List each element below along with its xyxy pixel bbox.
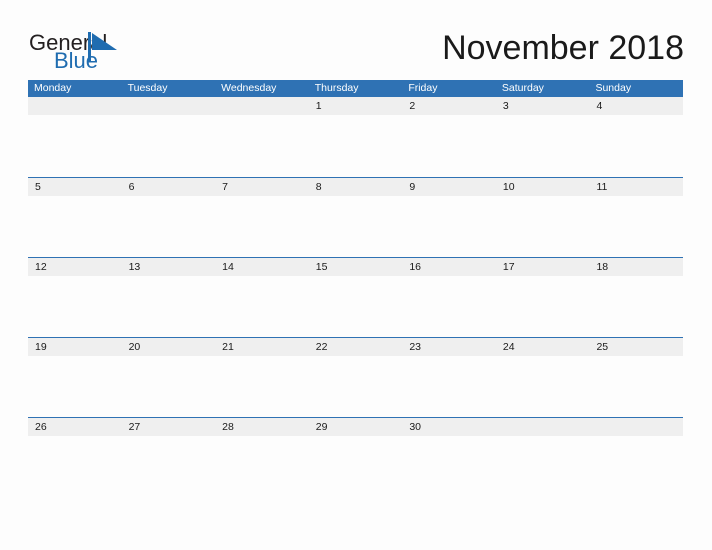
week-date-band: 26 27 28 29 30: [28, 418, 683, 436]
day-number[interactable]: 9: [402, 178, 496, 196]
day-cell[interactable]: [309, 276, 403, 337]
week-date-band: 5 6 7 8 9 10 11: [28, 178, 683, 196]
day-cell[interactable]: [28, 276, 122, 337]
day-number[interactable]: 18: [589, 258, 683, 276]
calendar-week-row: 26 27 28 29 30: [28, 417, 683, 497]
day-number[interactable]: [28, 97, 122, 115]
day-cell[interactable]: [122, 356, 216, 417]
weekday-header-tuesday: Tuesday: [127, 82, 168, 94]
weekday-header-sunday: Sunday: [595, 82, 632, 94]
page-header: General Blue November 2018: [0, 0, 712, 80]
day-cell[interactable]: [589, 436, 683, 497]
day-cell[interactable]: [215, 116, 309, 177]
day-number[interactable]: [122, 97, 216, 115]
weekday-header-monday: Monday: [34, 82, 72, 94]
calendar-grid: Monday Tuesday Wednesday Thursday Friday…: [28, 80, 683, 497]
day-cell[interactable]: [309, 356, 403, 417]
day-cell[interactable]: [402, 196, 496, 257]
day-cell[interactable]: [589, 356, 683, 417]
day-number[interactable]: 4: [589, 97, 683, 115]
day-number[interactable]: [496, 418, 590, 436]
day-number[interactable]: 7: [215, 178, 309, 196]
day-number[interactable]: 17: [496, 258, 590, 276]
day-number[interactable]: 5: [28, 178, 122, 196]
day-number[interactable]: 8: [309, 178, 403, 196]
day-cell[interactable]: [122, 116, 216, 177]
day-cell[interactable]: [122, 196, 216, 257]
day-cell[interactable]: [402, 356, 496, 417]
day-cell[interactable]: [496, 356, 590, 417]
day-cell[interactable]: [28, 196, 122, 257]
day-cell[interactable]: [402, 276, 496, 337]
day-number[interactable]: 2: [402, 97, 496, 115]
week-date-band: 1 2 3 4: [28, 97, 683, 115]
day-cell[interactable]: [309, 196, 403, 257]
day-number[interactable]: 12: [28, 258, 122, 276]
day-number[interactable]: 25: [589, 338, 683, 356]
day-cell[interactable]: [122, 436, 216, 497]
day-cell[interactable]: [215, 276, 309, 337]
calendar-week-row: 19 20 21 22 23 24 25: [28, 337, 683, 417]
day-cell[interactable]: [28, 116, 122, 177]
day-number[interactable]: 28: [215, 418, 309, 436]
logo-text-blue: Blue: [54, 48, 99, 73]
calendar-week-row: 1 2 3 4: [28, 97, 683, 177]
day-number[interactable]: 23: [402, 338, 496, 356]
day-cell[interactable]: [496, 436, 590, 497]
calendar-weekday-header: Monday Tuesday Wednesday Thursday Friday…: [28, 80, 683, 97]
day-number[interactable]: [215, 97, 309, 115]
day-cell[interactable]: [589, 116, 683, 177]
day-number[interactable]: 15: [309, 258, 403, 276]
day-cell[interactable]: [215, 436, 309, 497]
day-cell[interactable]: [215, 356, 309, 417]
day-number[interactable]: 30: [402, 418, 496, 436]
week-event-area: [28, 276, 683, 337]
week-event-area: [28, 356, 683, 417]
page-title: November 2018: [442, 29, 684, 67]
day-cell[interactable]: [496, 196, 590, 257]
day-number[interactable]: 20: [122, 338, 216, 356]
day-cell[interactable]: [496, 276, 590, 337]
day-cell[interactable]: [589, 276, 683, 337]
day-cell[interactable]: [28, 436, 122, 497]
day-cell[interactable]: [496, 116, 590, 177]
day-number[interactable]: 11: [589, 178, 683, 196]
day-number[interactable]: 3: [496, 97, 590, 115]
day-number[interactable]: 19: [28, 338, 122, 356]
day-number[interactable]: 27: [122, 418, 216, 436]
week-date-band: 19 20 21 22 23 24 25: [28, 338, 683, 356]
day-number[interactable]: 29: [309, 418, 403, 436]
day-number[interactable]: 1: [309, 97, 403, 115]
day-cell[interactable]: [402, 116, 496, 177]
day-number[interactable]: 6: [122, 178, 216, 196]
day-cell[interactable]: [28, 356, 122, 417]
weekday-header-wednesday: Wednesday: [221, 82, 277, 94]
day-number[interactable]: 14: [215, 258, 309, 276]
day-number[interactable]: 13: [122, 258, 216, 276]
day-cell[interactable]: [309, 116, 403, 177]
day-number[interactable]: 26: [28, 418, 122, 436]
day-cell[interactable]: [402, 436, 496, 497]
weekday-header-thursday: Thursday: [314, 82, 359, 94]
week-event-area: [28, 116, 683, 177]
brand-logo[interactable]: General Blue: [29, 31, 159, 73]
weekday-header-saturday: Saturday: [501, 82, 544, 94]
day-number[interactable]: 22: [309, 338, 403, 356]
day-number[interactable]: 21: [215, 338, 309, 356]
day-cell[interactable]: [215, 196, 309, 257]
week-event-area: [28, 196, 683, 257]
day-number[interactable]: 10: [496, 178, 590, 196]
day-number[interactable]: 16: [402, 258, 496, 276]
day-number[interactable]: [589, 418, 683, 436]
week-event-area: [28, 436, 683, 497]
day-cell[interactable]: [589, 196, 683, 257]
day-cell[interactable]: [309, 436, 403, 497]
calendar-week-row: 5 6 7 8 9 10 11: [28, 177, 683, 257]
day-number[interactable]: 24: [496, 338, 590, 356]
calendar-week-row: 12 13 14 15 16 17 18: [28, 257, 683, 337]
day-cell[interactable]: [122, 276, 216, 337]
week-date-band: 12 13 14 15 16 17 18: [28, 258, 683, 276]
weekday-header-friday: Friday: [408, 82, 438, 94]
